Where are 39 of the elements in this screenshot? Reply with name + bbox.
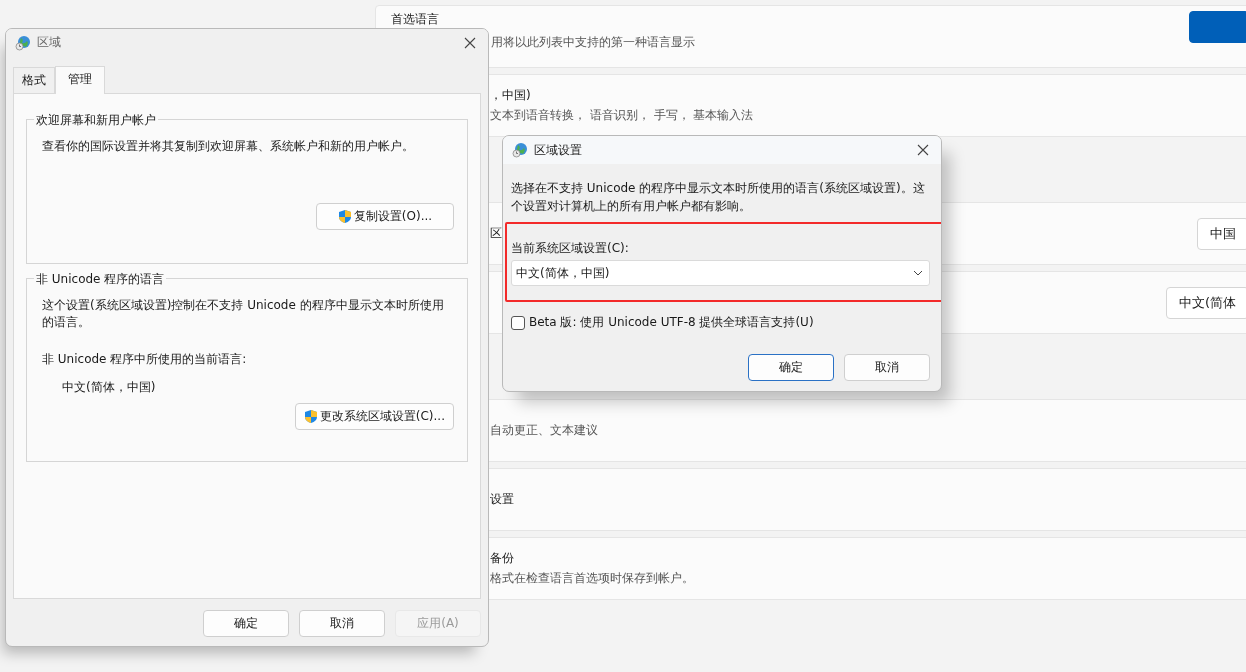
group-legend: 欢迎屏幕和新用户帐户 (34, 112, 158, 129)
current-language-label: 非 Unicode 程序中所使用的当前语言: (42, 351, 248, 368)
tab[interactable]: 管理 (55, 66, 105, 94)
setting-description: 自动更正、文本建议 (490, 422, 599, 439)
dialog-button[interactable]: 取消 (844, 354, 930, 381)
setting-title: ，中国) (490, 87, 532, 104)
checkbox-label: Beta 版: 使用 Unicode UTF-8 提供全球语言支持(U) (529, 314, 814, 331)
group-legend: 非 Unicode 程序的语言 (34, 271, 167, 288)
window-title: 区域设置 (534, 141, 582, 159)
group-description: 这个设置(系统区域设置)控制在不支持 Unicode 的程序中显示文本时所使用的语言。 (42, 297, 445, 331)
setting-title: 区 (490, 225, 503, 242)
checkbox[interactable] (511, 315, 525, 330)
globe-icon (15, 34, 31, 51)
setting-title: 设置 (490, 491, 515, 508)
dropdown-button[interactable]: 中国 (1197, 217, 1246, 250)
tab[interactable]: 格式 (13, 67, 55, 93)
shield-button[interactable]: 更改系统区域设置(C)... (294, 403, 454, 430)
setting-description: 用将以此列表中支持的第一种语言显示 (491, 34, 696, 51)
setting-description: 格式在检查语言首选项时保存到帐户。 (490, 570, 695, 587)
globe-icon (512, 142, 528, 158)
chevron-down-icon (913, 270, 923, 276)
window-title: 区域 (37, 34, 61, 51)
current-language-value: 中文(简体，中国) (62, 379, 157, 396)
setting-title: 备份 (490, 550, 515, 567)
close-icon[interactable] (464, 36, 476, 49)
dialog-description: 选择在不支持 Unicode 的程序中显示文本时所使用的语言(系统区域设置)。这个设置对计算机上的所有用户帐户都有影响。 (511, 180, 926, 215)
shield-icon (303, 409, 318, 424)
setting-title: 首选语言 (391, 11, 440, 28)
dropdown-button[interactable]: 中文(简体 (1165, 286, 1246, 319)
group-description: 查看你的国际设置并将其复制到欢迎屏幕、系统帐户和新的用户帐户。 (42, 138, 415, 155)
dialog-button[interactable]: 取消 (299, 610, 385, 637)
dialog-button[interactable]: 确定 (203, 610, 289, 637)
field-label: 当前系统区域设置(C): (511, 240, 630, 257)
shield-icon (337, 209, 352, 224)
shield-button[interactable]: 复制设置(O)... (316, 203, 454, 230)
locale-dropdown[interactable]: 中文(简体，中国) (511, 260, 930, 286)
close-icon[interactable] (917, 144, 929, 156)
dialog-button[interactable]: 确定 (748, 354, 834, 381)
setting-description: 文本到语音转换， 语音识别， 手写， 基本输入法 (490, 107, 755, 124)
